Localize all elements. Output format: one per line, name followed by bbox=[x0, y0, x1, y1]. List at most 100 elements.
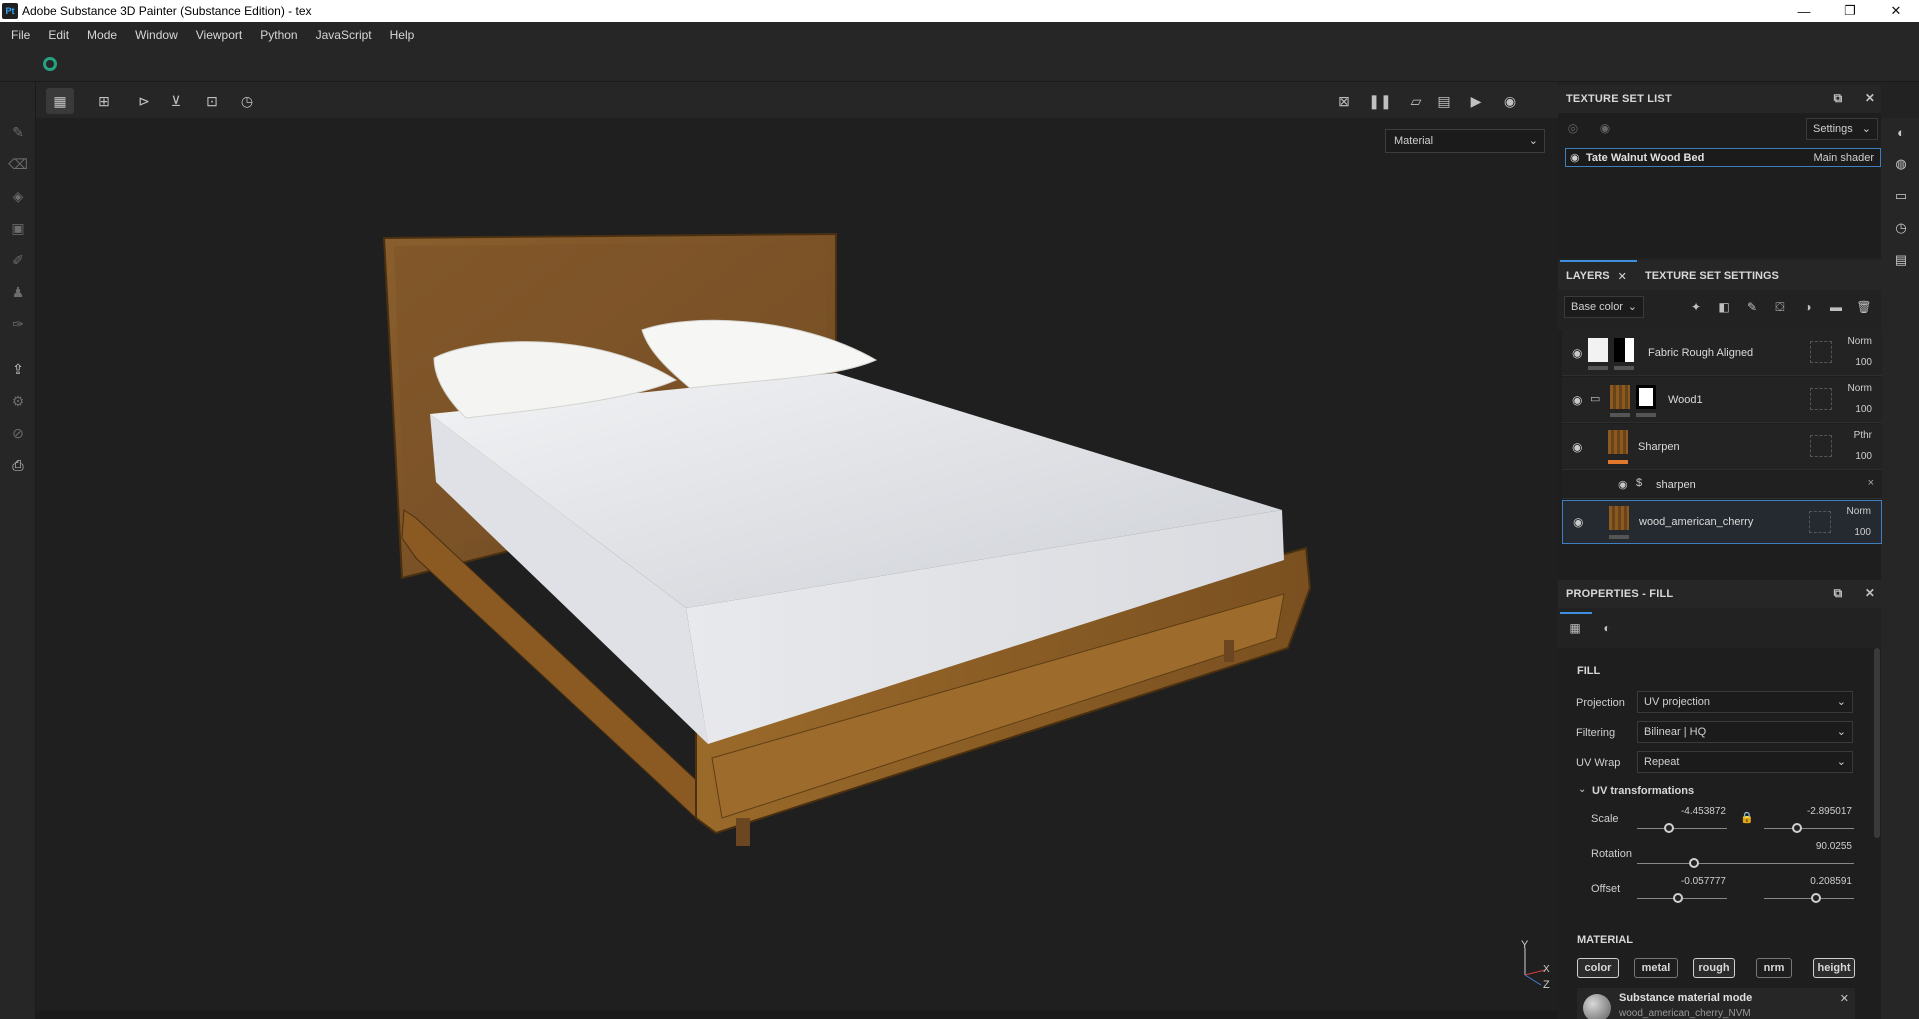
viewport-channel-dropdown[interactable]: Material ⌄ bbox=[1385, 129, 1545, 153]
layer-opacity[interactable]: 100 bbox=[1855, 357, 1872, 368]
eye-icon[interactable]: ◉ bbox=[1573, 515, 1587, 529]
layer-opacity[interactable]: 100 bbox=[1854, 527, 1871, 538]
offset-u-knob[interactable] bbox=[1673, 893, 1683, 903]
paint-brush-icon[interactable]: ✎ bbox=[8, 122, 28, 142]
camera-icon[interactable]: ⊘ bbox=[8, 423, 28, 443]
pause-icon[interactable]: ❚❚ bbox=[1366, 88, 1394, 114]
effect-row[interactable]: ◉ $ sharpen × bbox=[1562, 471, 1882, 499]
video-camera-icon[interactable]: ▶ bbox=[1462, 88, 1490, 114]
close-material-icon[interactable]: ✕ bbox=[1840, 992, 1849, 1005]
history-icon[interactable]: ◷ bbox=[233, 88, 261, 114]
rotation-value[interactable]: 90.0255 bbox=[1766, 841, 1852, 852]
scale-v-value[interactable]: -2.895017 bbox=[1766, 806, 1852, 817]
fill-properties-icon[interactable]: ▦ bbox=[1568, 621, 1582, 635]
layer-opacity[interactable]: 100 bbox=[1855, 404, 1872, 415]
collapse-chevron-icon[interactable]: ⌄ bbox=[1578, 784, 1586, 795]
close-panel-icon[interactable]: ✕ bbox=[1863, 91, 1877, 105]
close-window-button[interactable]: ✕ bbox=[1873, 0, 1919, 22]
material-rough-button[interactable]: rough bbox=[1693, 958, 1735, 978]
visibility-toggle-icon[interactable]: ◉ bbox=[1598, 121, 1612, 135]
float-panel-icon[interactable]: ⧉ bbox=[1831, 91, 1845, 105]
layer-row[interactable]: ◉ Sharpen Pthr 100 bbox=[1562, 424, 1882, 470]
folder-icon[interactable]: ▭ bbox=[1590, 392, 1600, 405]
offset-v-value[interactable]: 0.208591 bbox=[1766, 876, 1852, 887]
uv-transformations-title[interactable]: UV transformations bbox=[1592, 785, 1694, 797]
symmetry-x-icon[interactable]: ⊳ bbox=[130, 88, 158, 114]
menu-file[interactable]: File bbox=[11, 28, 30, 42]
maximize-button[interactable]: ❐ bbox=[1827, 0, 1873, 22]
tab-texture-set-settings[interactable]: TEXTURE SET SETTINGS bbox=[1645, 262, 1779, 290]
menu-help[interactable]: Help bbox=[390, 28, 415, 42]
close-tab-icon[interactable]: ✕ bbox=[1618, 270, 1627, 283]
eye-icon[interactable]: ◉ bbox=[1570, 151, 1580, 164]
rotation-knob[interactable] bbox=[1689, 858, 1699, 868]
3d-viewport[interactable] bbox=[36, 118, 1558, 1011]
layer-mask-slot[interactable] bbox=[1809, 511, 1831, 533]
menu-mode[interactable]: Mode bbox=[87, 28, 117, 42]
layer-row[interactable]: ◉ Fabric Rough Aligned Norm 100 bbox=[1562, 330, 1882, 376]
offset-u-value[interactable]: -0.057777 bbox=[1640, 876, 1726, 887]
material-height-button[interactable]: height bbox=[1813, 958, 1855, 978]
eye-icon[interactable]: ◉ bbox=[1572, 393, 1586, 407]
layer-mask-slot[interactable] bbox=[1810, 388, 1832, 410]
texture-set-settings-dropdown[interactable]: Settings ⌄ bbox=[1806, 118, 1878, 140]
add-paint-layer-icon[interactable]: ✎ bbox=[1745, 300, 1759, 314]
layer-row[interactable]: ◉ ▭ Wood1 Norm 100 bbox=[1562, 377, 1882, 423]
grid-view-icon[interactable]: ▦ bbox=[46, 88, 74, 114]
multi-grid-icon[interactable]: ⊞ bbox=[90, 88, 118, 114]
scale-v-slider[interactable] bbox=[1764, 828, 1854, 829]
screenshot-icon[interactable]: ◉ bbox=[1496, 88, 1524, 114]
eye-icon[interactable]: ◉ bbox=[1572, 346, 1586, 360]
add-mask-icon[interactable]: ◧ bbox=[1717, 300, 1731, 314]
view-2d-icon[interactable]: ▱ bbox=[1402, 88, 1430, 114]
settings-icon[interactable]: ⚙ bbox=[8, 391, 28, 411]
scale-u-value[interactable]: -4.453872 bbox=[1640, 806, 1726, 817]
projection-dropdown[interactable]: UV projection ⌄ bbox=[1637, 691, 1853, 713]
polygon-fill-icon[interactable]: ▣ bbox=[8, 218, 28, 238]
layer-row[interactable]: ◉ wood_american_cherry Norm 100 bbox=[1562, 500, 1882, 544]
offset-v-slider[interactable] bbox=[1764, 898, 1854, 899]
menu-window[interactable]: Window bbox=[135, 28, 178, 42]
minimize-button[interactable]: — bbox=[1781, 0, 1827, 22]
properties-scrollbar[interactable] bbox=[1874, 648, 1880, 838]
delete-layer-icon[interactable]: 🗑 bbox=[1856, 300, 1871, 314]
eraser-icon[interactable]: ⌫ bbox=[8, 154, 28, 174]
material-metal-button[interactable]: metal bbox=[1634, 958, 1678, 978]
menu-javascript[interactable]: JavaScript bbox=[316, 28, 372, 42]
blend-mode[interactable]: Norm bbox=[1848, 383, 1872, 394]
add-effect-icon[interactable]: ✦ bbox=[1689, 300, 1703, 314]
history-panel-icon[interactable]: ◷ bbox=[1893, 220, 1909, 236]
view-3d-icon[interactable]: ▤ bbox=[1430, 88, 1458, 114]
texture-set-row[interactable]: ◉ Tate Walnut Wood Bed Main shader bbox=[1565, 148, 1881, 167]
layer-mask-slot[interactable] bbox=[1810, 435, 1832, 457]
add-folder-icon[interactable]: ▬ bbox=[1829, 300, 1843, 314]
sync-status-icon[interactable] bbox=[43, 57, 57, 71]
menu-viewport[interactable]: Viewport bbox=[196, 28, 242, 42]
menu-python[interactable]: Python bbox=[260, 28, 297, 42]
hide-overlay-icon[interactable]: ⊠ bbox=[1330, 88, 1358, 114]
scale-u-knob[interactable] bbox=[1664, 823, 1674, 833]
log-icon[interactable]: ▤ bbox=[1893, 252, 1909, 268]
material-color-button[interactable]: color bbox=[1577, 958, 1619, 978]
menu-edit[interactable]: Edit bbox=[48, 28, 69, 42]
visibility-all-icon[interactable]: ◎ bbox=[1566, 121, 1580, 135]
blend-mode[interactable]: Norm bbox=[1847, 506, 1871, 517]
substance-material-card[interactable]: Substance material mode wood_american_ch… bbox=[1577, 988, 1855, 1019]
offset-v-knob[interactable] bbox=[1811, 893, 1821, 903]
filtering-dropdown[interactable]: Bilinear | HQ ⌄ bbox=[1637, 721, 1853, 743]
material-nrm-button[interactable]: nrm bbox=[1756, 958, 1792, 978]
eye-icon[interactable]: ◉ bbox=[1572, 440, 1586, 454]
scale-v-knob[interactable] bbox=[1792, 823, 1802, 833]
add-smart-material-icon[interactable]: ◑ bbox=[1801, 300, 1815, 314]
symmetry-y-icon[interactable]: ⊻ bbox=[162, 88, 190, 114]
close-panel-icon[interactable]: ✕ bbox=[1863, 586, 1877, 600]
remove-effect-icon[interactable]: × bbox=[1868, 477, 1874, 489]
layer-channel-dropdown[interactable]: Base color ⌄ bbox=[1564, 296, 1644, 318]
bake-icon[interactable]: ⇪ bbox=[8, 359, 28, 379]
uvwrap-dropdown[interactable]: Repeat ⌄ bbox=[1637, 751, 1853, 773]
projection-icon[interactable]: ◈ bbox=[8, 186, 28, 206]
material-properties-icon[interactable]: ◐ bbox=[1600, 621, 1614, 635]
add-fill-layer-icon[interactable]: ⛋ bbox=[1773, 300, 1787, 314]
float-panel-icon[interactable]: ⧉ bbox=[1831, 586, 1845, 600]
rotation-slider[interactable] bbox=[1637, 863, 1854, 864]
